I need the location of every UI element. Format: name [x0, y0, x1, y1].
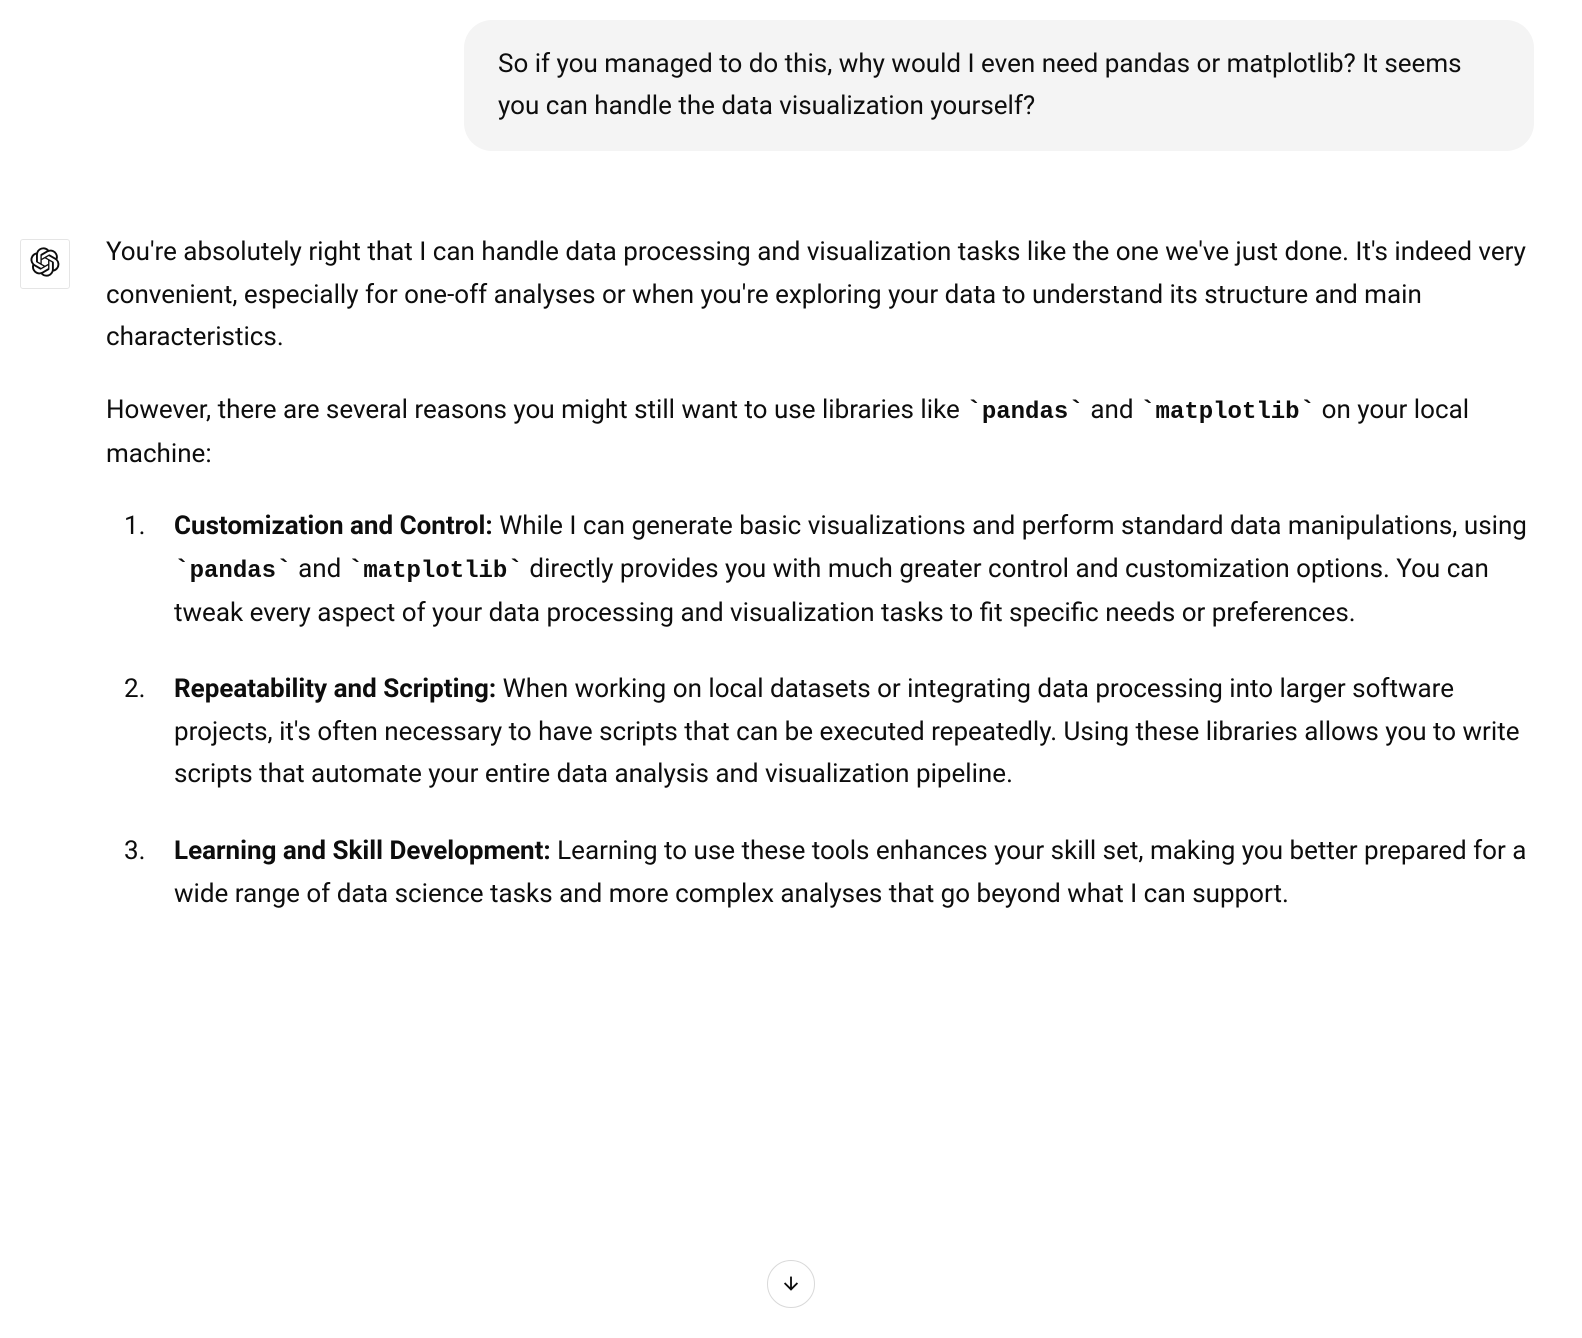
list-item: Repeatability and Scripting: When workin…	[106, 668, 1536, 796]
code-matplotlib: matplotlib	[1156, 399, 1300, 426]
assistant-paragraph-2: However, there are several reasons you m…	[106, 389, 1536, 475]
openai-logo-icon	[30, 247, 60, 281]
arrow-down-icon	[780, 1272, 802, 1297]
code-matplotlib: matplotlib	[363, 558, 507, 585]
user-message-text: So if you managed to do this, why would …	[498, 49, 1462, 121]
user-message-bubble: So if you managed to do this, why would …	[464, 20, 1534, 151]
code-pandas: pandas	[982, 399, 1068, 426]
code-pandas: pandas	[190, 558, 276, 585]
user-message-row: So if you managed to do this, why would …	[20, 20, 1562, 151]
list-item: Customization and Control: While I can g…	[106, 505, 1536, 634]
assistant-paragraph-1: You're absolutely right that I can handl…	[106, 231, 1536, 359]
assistant-ordered-list: Customization and Control: While I can g…	[106, 505, 1536, 915]
list-item-title: Learning and Skill Development:	[174, 836, 551, 866]
list-item: Learning and Skill Development: Learning…	[106, 830, 1536, 915]
chat-container: So if you managed to do this, why would …	[0, 20, 1582, 949]
assistant-message-row: You're absolutely right that I can handl…	[20, 231, 1562, 949]
scroll-to-bottom-button[interactable]	[767, 1260, 815, 1308]
list-item-title: Repeatability and Scripting:	[174, 674, 496, 704]
assistant-avatar	[20, 239, 70, 289]
assistant-message-content: You're absolutely right that I can handl…	[106, 231, 1536, 949]
list-item-title: Customization and Control:	[174, 511, 493, 541]
